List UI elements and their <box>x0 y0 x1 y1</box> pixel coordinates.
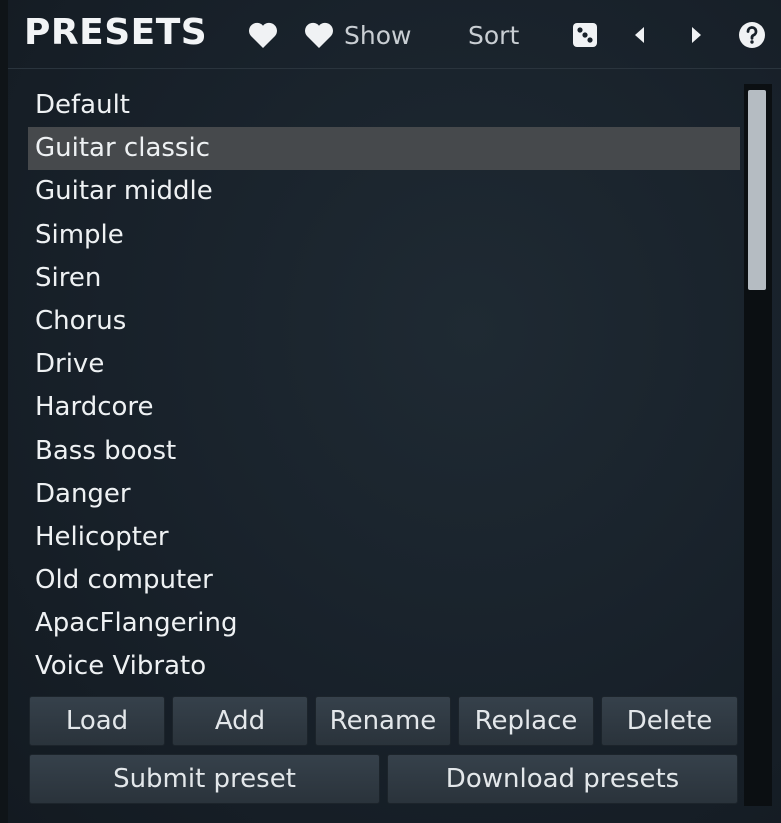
preset-list-scrollbar[interactable] <box>744 84 772 806</box>
triangle-right-icon <box>692 27 701 43</box>
preset-list-item[interactable]: Danger <box>28 473 740 516</box>
rename-button[interactable]: Rename <box>315 696 451 746</box>
preset-list-item[interactable]: Simple <box>28 214 740 257</box>
preset-list-item[interactable]: ApacFlangering <box>28 602 740 645</box>
submit-preset-button[interactable]: Submit preset <box>29 754 380 804</box>
preset-list-item[interactable]: Guitar classic <box>28 127 740 171</box>
preset-list-item[interactable]: Guitar middle <box>28 170 740 213</box>
preset-list-item[interactable]: Hardcore <box>28 386 740 429</box>
preset-list-item[interactable]: Siren <box>28 257 740 300</box>
replace-button[interactable]: Replace <box>458 696 594 746</box>
scrollbar-thumb[interactable] <box>748 90 766 290</box>
add-button[interactable]: Add <box>172 696 308 746</box>
presets-header: PRESETS Show Sort <box>8 0 781 69</box>
preset-list-item[interactable]: Old computer <box>28 559 740 602</box>
show-label: Show <box>344 20 412 50</box>
help-button[interactable] <box>738 18 766 52</box>
favorite-button[interactable] <box>248 18 278 52</box>
preset-list-item[interactable]: Default <box>28 84 740 127</box>
download-presets-button[interactable]: Download presets <box>387 754 738 804</box>
sort-button[interactable]: Sort <box>468 18 519 52</box>
heart-icon <box>249 22 277 48</box>
delete-button[interactable]: Delete <box>601 696 738 746</box>
preset-list-item[interactable]: Helicopter <box>28 516 740 559</box>
next-preset-button[interactable] <box>688 18 704 52</box>
previous-preset-button[interactable] <box>632 18 648 52</box>
show-favorites-button[interactable]: Show <box>304 18 411 52</box>
preset-list-item[interactable]: Chorus <box>28 300 740 343</box>
preset-list[interactable]: Default Guitar classic Guitar middle Simple… <box>28 84 740 686</box>
preset-list-item[interactable]: Bass boost <box>28 430 740 473</box>
preset-list-item[interactable]: Drive <box>28 343 740 386</box>
question-circle-icon <box>739 22 765 48</box>
triangle-left-icon <box>635 27 644 43</box>
preset-list-item[interactable]: Voice Vibrato <box>28 645 740 688</box>
load-button[interactable]: Load <box>29 696 165 746</box>
sort-label: Sort <box>468 20 520 50</box>
heart-icon <box>305 22 333 48</box>
dice-icon <box>573 23 597 47</box>
page-title: PRESETS <box>24 12 208 53</box>
random-preset-button[interactable] <box>572 18 598 52</box>
